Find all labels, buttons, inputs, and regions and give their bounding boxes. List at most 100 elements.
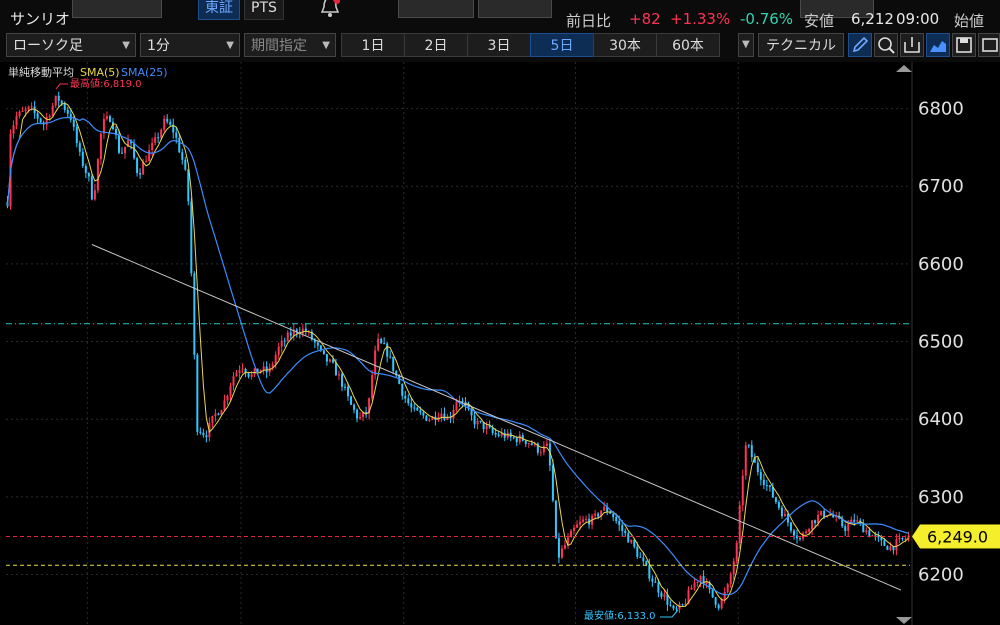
candle-body [322, 350, 325, 355]
range-button-60bars[interactable]: 60本 [656, 33, 720, 57]
candle-body [163, 118, 166, 130]
export-icon [904, 37, 920, 53]
change-percent: +1.33% [670, 10, 731, 28]
candle-body [337, 374, 340, 376]
y-tick-label: 6300 [918, 487, 964, 508]
candle-body [636, 546, 639, 557]
candle-body [377, 338, 380, 351]
candle-body [792, 530, 795, 536]
candle-body [274, 354, 277, 364]
area-chart-button[interactable] [926, 33, 950, 57]
candle-body [316, 342, 319, 346]
range-dropdown-button[interactable]: ▼ [738, 33, 754, 57]
range-button-2d[interactable]: 2日 [404, 33, 468, 57]
candle-body [675, 608, 678, 610]
range-button-5d[interactable]: 5日 [530, 33, 594, 57]
range-button-3d[interactable]: 3日 [467, 33, 531, 57]
candle-body [151, 143, 154, 151]
candle-body [777, 502, 780, 508]
candle-body [696, 582, 699, 584]
save-button[interactable] [952, 33, 976, 57]
candle-body [512, 437, 515, 439]
candle-body [585, 518, 588, 520]
top-bar: サンリオ 東証 PTS 前日比 +82 +1.33% -0.76% 安値 6,2… [0, 0, 1000, 30]
candle-body [262, 366, 265, 370]
candle-body [283, 340, 286, 342]
alert-bell-icon[interactable] [318, 0, 342, 18]
candle-body [621, 525, 624, 531]
candle-body [663, 594, 666, 597]
candle-body [597, 513, 600, 517]
candle-body [12, 125, 15, 134]
candle-body [51, 105, 54, 116]
window-icon [982, 38, 998, 52]
candle-body [642, 557, 645, 561]
candle-body [579, 521, 582, 525]
candle-body [410, 403, 413, 408]
pen-icon [852, 36, 869, 53]
top-tab[interactable] [478, 0, 552, 18]
candle-body [193, 273, 196, 355]
candle-body [799, 538, 802, 540]
candle-body [768, 485, 771, 488]
candle-body [211, 416, 214, 423]
candle-body [732, 561, 735, 575]
candle-body [660, 592, 663, 597]
candle-body [603, 506, 606, 511]
candle-body [226, 395, 229, 401]
candle-body [811, 520, 814, 530]
range-button-30bars[interactable]: 30本 [593, 33, 657, 57]
candle-body [892, 546, 895, 551]
candle-body [898, 537, 901, 540]
candle-body [413, 407, 416, 409]
zoom-button[interactable] [874, 33, 898, 57]
candle-body [669, 604, 672, 606]
candle-body [199, 431, 202, 433]
candle-body [594, 513, 597, 516]
chevron-down-icon: ▼ [322, 40, 330, 51]
candle-body [96, 159, 99, 191]
candle-body [30, 106, 33, 108]
draw-pen-button[interactable] [848, 33, 872, 57]
candle-body [651, 578, 654, 582]
candle-body [570, 530, 572, 538]
candle-body [148, 150, 151, 162]
technical-button[interactable]: テクニカル [758, 33, 844, 57]
candle-body [380, 338, 383, 344]
candle-body [87, 172, 90, 177]
scroll-up-icon[interactable] [896, 65, 912, 72]
range-button-1d[interactable]: 1日 [341, 33, 405, 57]
candle-body [178, 137, 181, 153]
change-label: 前日比 [566, 12, 612, 30]
candle-body [473, 415, 476, 425]
low-marker-arrow [660, 609, 679, 618]
candle-body [633, 539, 636, 547]
exchange-pts-tab[interactable]: PTS [244, 0, 284, 20]
range-buttons: 1日 2日 3日 5日 30本 60本 [341, 33, 720, 57]
interval-select[interactable]: 1分 ▼ [140, 33, 240, 57]
candle-body [334, 362, 337, 376]
window-button[interactable] [978, 33, 1000, 57]
candle-body [27, 106, 30, 110]
candle-body [416, 407, 419, 411]
candle-body [75, 126, 78, 144]
candle-body [711, 589, 714, 598]
exchange-primary-tab[interactable]: 東証 [198, 0, 240, 20]
candle-body [419, 410, 422, 413]
candle-body [217, 413, 220, 415]
chart-type-select[interactable]: ローソク足 ▼ [6, 33, 136, 57]
scroll-down-icon[interactable] [896, 617, 912, 624]
top-tab[interactable] [72, 0, 162, 18]
period-select[interactable]: 期間指定 ▼ [244, 33, 336, 57]
sma25-line [6, 116, 909, 596]
price-chart[interactable]: 6200 6300 6400 6500 6600 6700 6800 単純移動平均 SMA(… [0, 62, 1000, 625]
y-axis-ticks: 6200 6300 6400 6500 6600 6700 6800 [918, 99, 964, 586]
top-tab[interactable] [398, 0, 474, 18]
candle-body [196, 354, 199, 432]
export-button[interactable] [900, 33, 924, 57]
y-tick-label: 6800 [918, 99, 964, 120]
candle-body [479, 420, 482, 423]
candle-body [865, 530, 868, 533]
candle-body [627, 533, 630, 543]
candle-body [563, 545, 566, 549]
